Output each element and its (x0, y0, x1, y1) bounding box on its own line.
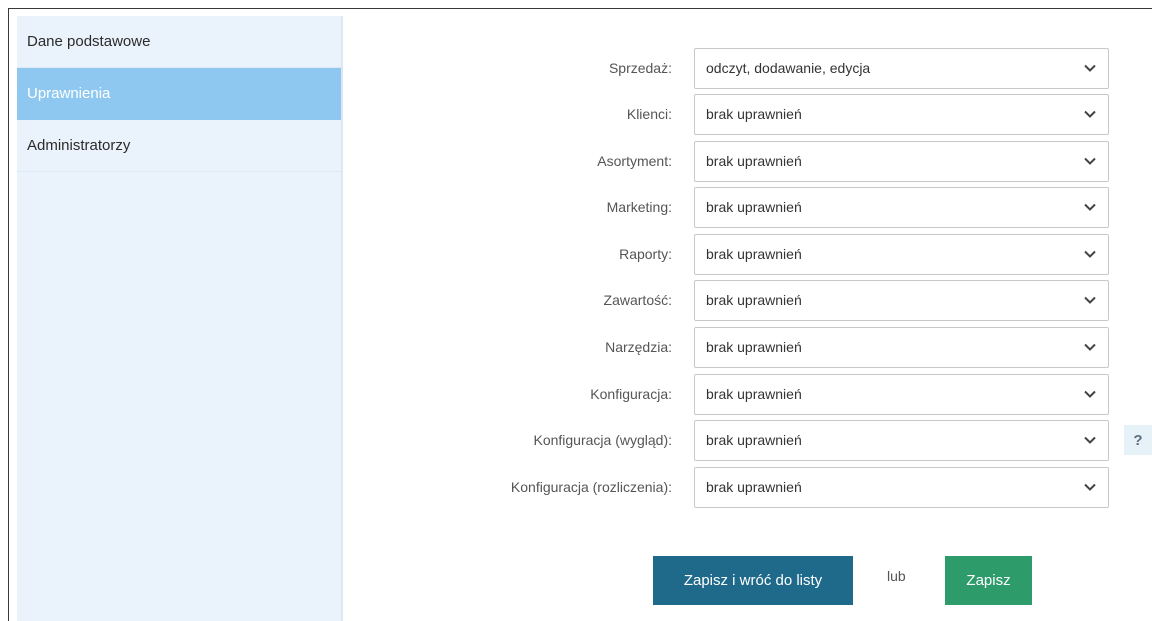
permission-row-narzedzia: Narzędzia: brak uprawnień (470, 326, 1110, 368)
sidebar-item-dane-podstawowe[interactable]: Dane podstawowe (17, 16, 341, 68)
permission-select-konfiguracja[interactable]: brak uprawnień (694, 373, 1109, 415)
permission-select-raporty[interactable]: brak uprawnień (694, 233, 1109, 275)
or-separator: lub (887, 568, 906, 584)
permission-row-asortyment: Asortyment: brak uprawnień (470, 140, 1110, 182)
permission-label: Konfiguracja (rozliczenia): (510, 479, 672, 495)
permission-label: Konfiguracja (wygląd): (533, 432, 672, 448)
permission-select-asortyment[interactable]: brak uprawnień (694, 140, 1109, 182)
permission-label: Konfiguracja: (590, 386, 672, 402)
sidebar: Dane podstawowe Uprawnienia Administrato… (17, 16, 343, 621)
chevron-down-icon (1084, 110, 1096, 118)
frame-border-left (8, 8, 9, 621)
permission-label: Zawartość: (603, 292, 672, 308)
frame-border-top (8, 8, 1152, 9)
permission-label: Klienci: (626, 106, 672, 122)
select-value: brak uprawnień (706, 479, 802, 495)
chevron-down-icon (1084, 390, 1096, 398)
help-icon[interactable]: ? (1124, 425, 1152, 455)
chevron-down-icon (1084, 436, 1096, 444)
chevron-down-icon (1084, 64, 1096, 72)
select-value: brak uprawnień (706, 153, 802, 169)
permission-label: Marketing: (606, 199, 672, 215)
help-label: ? (1133, 431, 1143, 449)
permission-select-sprzedaz[interactable]: odczyt, dodawanie, edycja (694, 47, 1109, 89)
chevron-down-icon (1084, 296, 1096, 304)
select-value: odczyt, dodawanie, edycja (706, 60, 871, 76)
permission-row-zawartosc: Zawartość: brak uprawnień (470, 279, 1110, 321)
sidebar-item-administratorzy[interactable]: Administratorzy (17, 120, 341, 172)
chevron-down-icon (1084, 203, 1096, 211)
permission-select-konfiguracja-rozliczenia[interactable]: brak uprawnień (694, 466, 1109, 508)
permission-row-klienci: Klienci: brak uprawnień (470, 93, 1110, 135)
select-value: brak uprawnień (706, 106, 802, 122)
save-and-back-button[interactable]: Zapisz i wróć do listy (653, 556, 853, 605)
chevron-down-icon (1084, 250, 1096, 258)
permission-label: Asortyment: (597, 153, 672, 169)
select-value: brak uprawnień (706, 292, 802, 308)
permission-select-zawartosc[interactable]: brak uprawnień (694, 279, 1109, 321)
select-value: brak uprawnień (706, 339, 802, 355)
permission-label: Raporty: (619, 246, 672, 262)
permission-label: Sprzedaż: (608, 60, 672, 76)
permission-row-raporty: Raporty: brak uprawnień (470, 233, 1110, 275)
chevron-down-icon (1084, 343, 1096, 351)
permission-select-marketing[interactable]: brak uprawnień (694, 186, 1109, 228)
chevron-down-icon (1084, 483, 1096, 491)
permission-select-konfiguracja-wyglad[interactable]: brak uprawnień (694, 419, 1109, 461)
permission-row-sprzedaz: Sprzedaż: odczyt, dodawanie, edycja (470, 47, 1110, 89)
permission-select-klienci[interactable]: brak uprawnień (694, 93, 1109, 135)
sidebar-item-label: Dane podstawowe (27, 33, 151, 50)
sidebar-item-label: Uprawnienia (27, 85, 111, 102)
select-value: brak uprawnień (706, 432, 802, 448)
permission-select-narzedzia[interactable]: brak uprawnień (694, 326, 1109, 368)
permission-row-marketing: Marketing: brak uprawnień (470, 186, 1110, 228)
permission-row-konfiguracja: Konfiguracja: brak uprawnień (470, 373, 1110, 415)
save-button[interactable]: Zapisz (945, 556, 1032, 605)
chevron-down-icon (1084, 157, 1096, 165)
sidebar-item-label: Administratorzy (27, 137, 131, 154)
select-value: brak uprawnień (706, 386, 802, 402)
permission-row-konfiguracja-wyglad: Konfiguracja (wygląd): brak uprawnień (470, 419, 1110, 461)
select-value: brak uprawnień (706, 199, 802, 215)
select-value: brak uprawnień (706, 246, 802, 262)
sidebar-item-uprawnienia[interactable]: Uprawnienia (17, 68, 341, 120)
permission-row-konfiguracja-rozliczenia: Konfiguracja (rozliczenia): brak uprawni… (470, 466, 1110, 508)
permission-label: Narzędzia: (605, 339, 672, 355)
